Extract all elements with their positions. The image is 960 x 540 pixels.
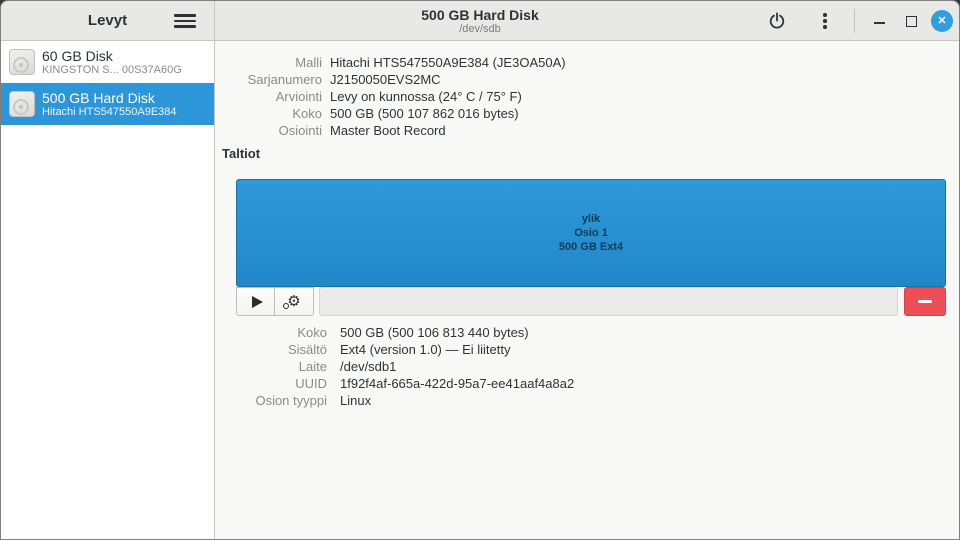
power-icon bbox=[769, 12, 785, 29]
info-row-uuid: UUID 1f92f4af-665a-422d-95a7-ee41aaf4a8a… bbox=[215, 375, 959, 392]
disk-title: 500 GB Hard Disk bbox=[42, 89, 155, 106]
header-controls: ✕ bbox=[762, 1, 953, 41]
sidebar-item-disk-500gb[interactable]: 500 GB Hard Disk Hitachi HTS547550A9E384 bbox=[1, 83, 214, 125]
info-value: Linux bbox=[340, 393, 372, 408]
maximize-button[interactable] bbox=[899, 6, 923, 36]
info-label: Laite bbox=[298, 359, 327, 374]
partition-label: Osio 1 bbox=[574, 227, 608, 239]
toolbar-filler bbox=[319, 287, 898, 316]
volume-toolbar: ⚙ bbox=[236, 287, 946, 316]
info-row-serial: Sarjanumero J2150050EVS2MC bbox=[215, 71, 959, 88]
power-off-button[interactable] bbox=[762, 6, 792, 36]
info-label: Koko bbox=[297, 325, 327, 340]
volumes-section-title: Taltiot bbox=[222, 146, 261, 161]
info-value: 500 GB (500 107 862 016 bytes) bbox=[330, 106, 519, 121]
close-icon: ✕ bbox=[937, 15, 947, 27]
info-value: Master Boot Record bbox=[330, 123, 446, 138]
disk-title: 60 GB Disk bbox=[42, 47, 113, 64]
info-label: Sarjanumero bbox=[247, 72, 322, 87]
info-value: Ext4 (version 1.0) — Ei liitetty bbox=[340, 342, 511, 357]
page-subtitle: /dev/sdb bbox=[459, 22, 501, 35]
info-row-contents: Sisältö Ext4 (version 1.0) — Ei liitetty bbox=[215, 341, 959, 358]
info-row-assessment: Arviointi Levy on kunnossa (24° C / 75° … bbox=[215, 88, 959, 105]
disk-subtitle: Hitachi HTS547550A9E384 bbox=[42, 105, 177, 118]
minimize-button[interactable] bbox=[867, 6, 891, 36]
info-label: Malli bbox=[295, 55, 322, 70]
info-row-partitioning: Osiointi Master Boot Record bbox=[215, 122, 959, 139]
play-icon bbox=[251, 295, 263, 308]
info-row-size: Koko 500 GB (500 107 862 016 bytes) bbox=[215, 105, 959, 122]
partition-block[interactable]: ylik Osio 1 500 GB Ext4 bbox=[236, 179, 946, 287]
delete-partition-button[interactable] bbox=[904, 287, 946, 316]
page-title: 500 GB Hard Disk bbox=[421, 6, 539, 23]
info-label: Osion tyyppi bbox=[255, 393, 327, 408]
info-label: Sisältö bbox=[287, 342, 327, 357]
info-value: 500 GB (500 106 813 440 bytes) bbox=[340, 325, 529, 340]
sidebar-header: Levyt bbox=[1, 1, 215, 40]
gear-icon: ⚙ bbox=[283, 292, 301, 310]
info-value: Hitachi HTS547550A9E384 (JE3OA50A) bbox=[330, 55, 566, 70]
info-value: /dev/sdb1 bbox=[340, 359, 397, 374]
drive-info-grid: Malli Hitachi HTS547550A9E384 (JE3OA50A)… bbox=[215, 41, 959, 139]
partition-options-button[interactable]: ⚙ bbox=[275, 287, 314, 316]
maximize-icon bbox=[905, 15, 917, 27]
hamburger-icon bbox=[174, 14, 196, 17]
info-label: Osiointi bbox=[278, 123, 322, 138]
window-body: 60 GB Disk KINGSTON S... 00S37A60G 500 G… bbox=[1, 41, 959, 539]
headerbar: Levyt 500 GB Hard Disk /dev/sdb ✕ bbox=[1, 1, 959, 41]
header-separator bbox=[854, 9, 855, 33]
partition-name: ylik bbox=[581, 213, 601, 225]
drive-menu-button[interactable] bbox=[812, 6, 838, 36]
kebab-icon bbox=[823, 13, 827, 17]
info-row-volume-size: Koko 500 GB (500 106 813 440 bytes) bbox=[215, 324, 959, 341]
sidebar-item-disk-60gb[interactable]: 60 GB Disk KINGSTON S... 00S37A60G bbox=[1, 41, 214, 83]
info-row-partition-type: Osion tyyppi Linux bbox=[215, 392, 959, 409]
harddisk-icon bbox=[9, 91, 35, 117]
minus-icon bbox=[918, 300, 932, 303]
device-sidebar: 60 GB Disk KINGSTON S... 00S37A60G 500 G… bbox=[1, 41, 215, 539]
close-button[interactable]: ✕ bbox=[931, 10, 953, 32]
partition-size: 500 GB Ext4 bbox=[558, 241, 624, 253]
minimize-icon bbox=[873, 22, 885, 24]
info-value: J2150050EVS2MC bbox=[330, 72, 441, 87]
disks-window: Levyt 500 GB Hard Disk /dev/sdb ✕ 60 GB … bbox=[0, 0, 960, 540]
info-value: 1f92f4af-665a-422d-95a7-ee41aaf4a8a2 bbox=[340, 376, 575, 391]
disk-subtitle: KINGSTON S... 00S37A60G bbox=[42, 63, 182, 76]
info-label: Koko bbox=[292, 106, 322, 121]
drive-panel: Malli Hitachi HTS547550A9E384 (JE3OA50A)… bbox=[215, 41, 959, 539]
info-label: Arviointi bbox=[275, 89, 322, 104]
info-row-model: Malli Hitachi HTS547550A9E384 (JE3OA50A) bbox=[215, 54, 959, 71]
harddisk-icon bbox=[9, 49, 35, 75]
volume-info-grid: Koko 500 GB (500 106 813 440 bytes) Sisä… bbox=[215, 316, 959, 409]
app-menu-button[interactable] bbox=[172, 9, 198, 33]
info-label: UUID bbox=[295, 376, 327, 391]
info-value: Levy on kunnossa (24° C / 75° F) bbox=[330, 89, 522, 104]
app-title: Levyt bbox=[87, 12, 128, 29]
mount-button[interactable] bbox=[236, 287, 275, 316]
info-row-device: Laite /dev/sdb1 bbox=[215, 358, 959, 375]
